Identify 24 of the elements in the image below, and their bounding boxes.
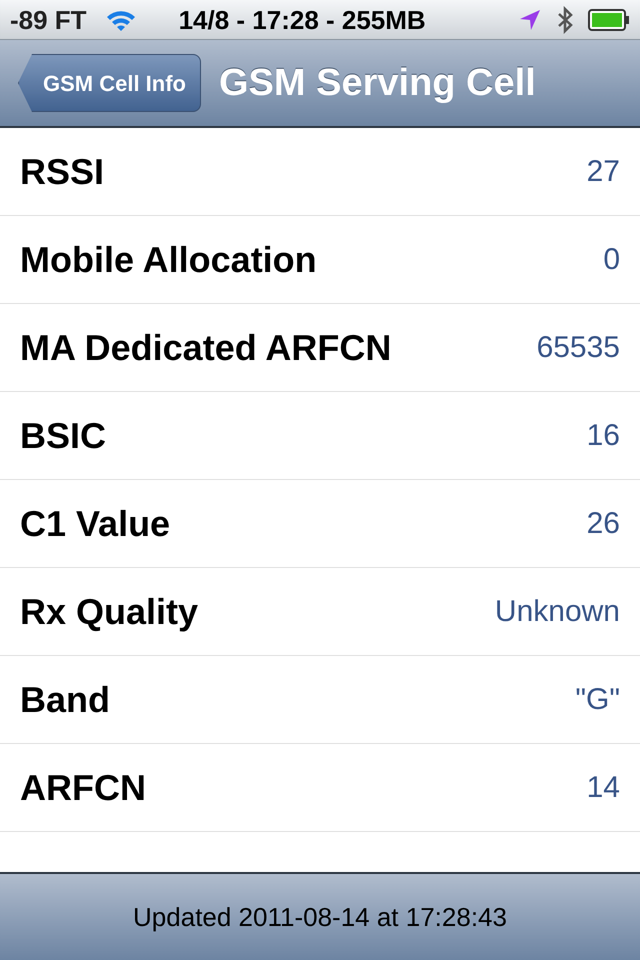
row-label: RSSI [20, 150, 104, 194]
signal-text: -89 FT [10, 6, 87, 32]
row-label: BSIC [20, 414, 106, 458]
row-label: C1 Value [20, 502, 170, 546]
battery-icon [588, 8, 630, 30]
bluetooth-icon [556, 6, 574, 34]
row-label: Mobile Allocation [20, 238, 317, 282]
row-value: 65535 [536, 330, 620, 366]
row-value: 14 [586, 770, 620, 806]
update-time-text: Updated 2011-08-14 at 17:28:43 [133, 900, 507, 934]
status-text: 14/8 - 17:28 - 255MB [178, 6, 426, 32]
row-label: MA Dedicated ARFCN [20, 326, 392, 370]
row-value: "G" [575, 682, 620, 718]
row-value: 16 [586, 418, 620, 454]
location-arrow-icon [518, 8, 542, 32]
row-label: ARFCN [20, 766, 146, 810]
screen-title: GSM Serving Cell [219, 60, 536, 106]
row-value: 26 [586, 506, 620, 542]
row-label: Rx Quality [20, 590, 198, 634]
row-value: Unknown [494, 594, 620, 630]
row-label: Band [20, 678, 110, 722]
back-button[interactable]: GSM Cell Info [18, 54, 201, 112]
row-value: 0 [603, 242, 620, 278]
row-value: 27 [586, 154, 620, 190]
